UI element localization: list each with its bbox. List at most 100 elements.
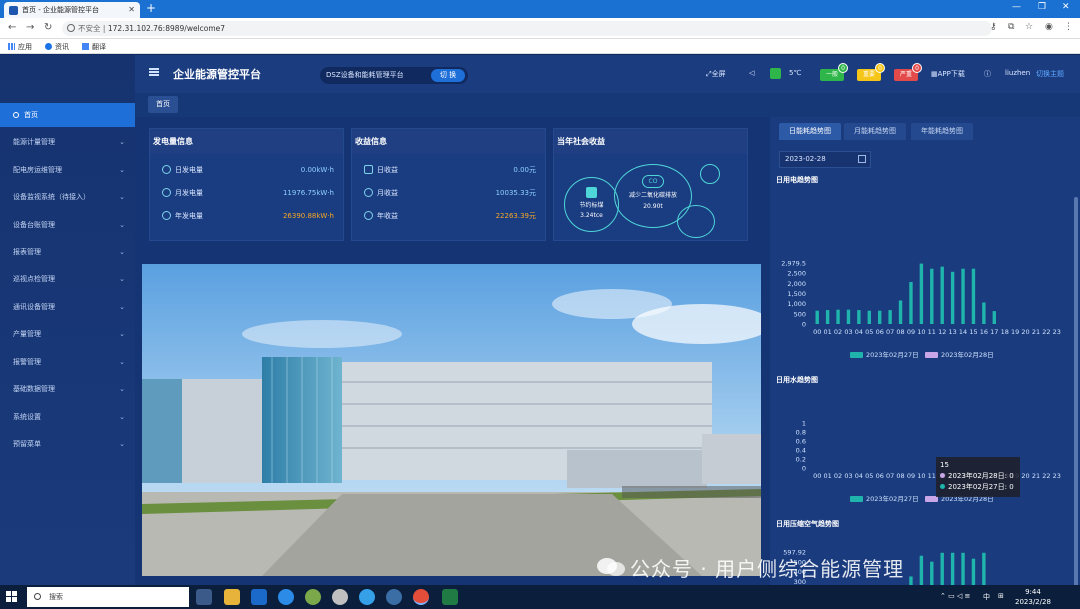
browser-tab[interactable]: 首页 - 企业能源管控平台 ✕ (4, 2, 140, 18)
url-input[interactable]: 不安全 | 172.31.102.76:8989/welcome7 (62, 21, 992, 36)
excel-icon[interactable] (442, 589, 458, 605)
taskbar-search-input[interactable]: 搜索 (27, 587, 189, 607)
sidebar-item-reserved[interactable]: 预留菜单 ⌄ (0, 432, 135, 456)
bar (961, 268, 965, 324)
app-download-button[interactable]: ▦APP下载 (931, 69, 965, 79)
alarm-important[interactable]: 重要 0 (857, 63, 885, 81)
bar (888, 310, 892, 324)
reload-icon[interactable]: ↻ (44, 22, 52, 33)
file-explorer-icon[interactable] (224, 589, 240, 605)
x-tick-label: 09 (907, 328, 915, 336)
edge-icon[interactable] (359, 589, 375, 605)
sidebar-item-inspection[interactable]: 巡视点检管理 ⌄ (0, 267, 135, 291)
key-icon[interactable]: ⚷ (990, 22, 997, 32)
sidebar-item-base-data[interactable]: 基础数据管理 ⌄ (0, 377, 135, 401)
sidebar-item-alarms[interactable]: 报警管理 ⌄ (0, 350, 135, 374)
alarm-normal[interactable]: 一般 0 (820, 63, 848, 81)
windows-start-icon[interactable] (6, 591, 17, 602)
sidebar-item-reports[interactable]: 报表管理 ⌄ (0, 240, 135, 264)
sidebar-item-equipment-ledger[interactable]: 设备台账管理 ⌄ (0, 213, 135, 237)
x-tick-label: 11 (928, 328, 936, 336)
bookmark-apps[interactable]: 应用 (8, 42, 32, 52)
breadcrumb-home-tab[interactable]: 首页 (148, 96, 178, 113)
bookmark-translate[interactable]: 翻译 (82, 42, 106, 52)
x-tick-label: 21 (1032, 328, 1040, 336)
maximize-icon[interactable]: ❐ (1038, 2, 1046, 12)
app-title: 企业能源管控平台 (173, 68, 261, 81)
task-view-icon[interactable] (196, 589, 212, 605)
alarm-severe[interactable]: 严重 0 (894, 63, 922, 81)
legend-swatch (925, 352, 938, 358)
taskbar-clock[interactable]: 9:44 2023/2/28 (1015, 587, 1051, 607)
close-tab-icon[interactable]: ✕ (128, 2, 135, 18)
power-icon (162, 211, 171, 220)
x-tick-label: 08 (896, 472, 904, 480)
sidebar-item-comm-devices[interactable]: 通讯设备管理 ⌄ (0, 295, 135, 319)
outlook-icon[interactable] (251, 589, 267, 605)
y-tick-label: 1,500 (787, 290, 806, 298)
x-tick-label: 05 (865, 472, 873, 480)
ie-icon[interactable] (278, 589, 294, 605)
income-info-card: 收益信息 日收益 0.00元 月收益 10035.33元 年收益 22263.39元 (351, 128, 546, 241)
taskbar: 搜索 ⌃ ▭ ◁ ≡ 中 ⊞ 9:44 2023/2/28 (0, 585, 1080, 609)
star-icon[interactable]: ☆ (1025, 22, 1033, 32)
x-tick-label: 03 (844, 472, 852, 480)
power-info-card: 发电量信息 日发电量 0.00kW·h 月发电量 11976.75kW·h 年发电量… (149, 128, 344, 241)
sidebar-item-energy-metering[interactable]: 能源计量管理 ⌄ (0, 130, 135, 154)
speaker-icon[interactable]: ◁ (749, 69, 754, 77)
bar (940, 266, 944, 324)
bar (878, 310, 882, 324)
chevron-down-icon: ⌄ (119, 440, 125, 448)
back-icon[interactable]: ← (8, 22, 16, 33)
forward-icon[interactable]: → (26, 22, 34, 33)
info-icon[interactable] (67, 24, 75, 32)
app-icon[interactable] (332, 589, 348, 605)
x-tick-label: 23 (1053, 472, 1061, 480)
bar (982, 552, 986, 585)
minimize-icon[interactable]: — (1012, 2, 1021, 12)
close-window-icon[interactable]: ✕ (1062, 2, 1070, 12)
bar (857, 310, 861, 324)
chrome-icon[interactable] (413, 589, 429, 605)
sidebar-item-equipment-monitor[interactable]: 设备监视系统（待接入） ⌄ (0, 185, 135, 209)
breadcrumb-bar: 首页 (135, 93, 1080, 117)
social-benefit-card: 当年社会收益 节约标煤 3.24tce CO 减少二氧化碳排放 20.90t (553, 128, 748, 241)
fullscreen-button[interactable]: ⤢全屏 (706, 69, 726, 79)
x-tick-label: 12 (938, 328, 946, 336)
x-tick-label: 07 (886, 472, 894, 480)
chevron-down-icon: ⌄ (119, 138, 125, 146)
ime-indicator[interactable]: 中 (983, 592, 990, 602)
sidebar-item-production[interactable]: 产量管理 ⌄ (0, 322, 135, 346)
sidebar-item-settings[interactable]: 系统设置 ⌄ (0, 405, 135, 429)
favicon-icon (9, 6, 18, 15)
input-method-icon[interactable]: ⊞ (998, 592, 1004, 600)
help-icon[interactable]: ⓘ (984, 69, 991, 79)
translate-icon[interactable]: ⧉ (1008, 22, 1014, 32)
income-row-yearly: 年收益 22263.39元 (352, 209, 545, 223)
bar (909, 576, 913, 585)
bar (909, 282, 913, 324)
power-icon (162, 165, 171, 174)
y-tick-label: 1 (802, 420, 806, 428)
new-tab-button[interactable]: + (146, 1, 156, 15)
x-tick-label: 04 (855, 472, 863, 480)
switch-theme-link[interactable]: 切换主题 (1036, 69, 1064, 79)
bar (815, 310, 819, 324)
system-name: DSZ设备和能耗管理平台 (326, 71, 404, 79)
tray-icons[interactable]: ⌃ ▭ ◁ ≡ (940, 592, 970, 600)
username[interactable]: liuzhen (1005, 69, 1030, 77)
profile-icon[interactable]: ◉ (1045, 22, 1053, 32)
switch-system-button[interactable]: 切 换 (431, 69, 465, 82)
app-icon[interactable] (386, 589, 402, 605)
coal-saving-bubble: 节约标煤 3.24tce (564, 177, 619, 232)
right-panel-scrollbar[interactable] (1074, 197, 1078, 609)
app-icon[interactable] (305, 589, 321, 605)
y-tick-label: 0 (802, 465, 806, 473)
browser-tab-bar: 首页 - 企业能源管控平台 ✕ + — ❐ ✕ (0, 0, 1080, 18)
decor-circle (677, 205, 715, 238)
menu-toggle-icon[interactable] (149, 68, 159, 76)
more-icon[interactable]: ⋮ (1064, 22, 1073, 32)
bookmark-news[interactable]: 资讯 (45, 42, 69, 52)
sidebar-item-power-room[interactable]: 配电房运维管理 ⌄ (0, 158, 135, 182)
sidebar-item-home[interactable]: 首页 (0, 103, 135, 127)
